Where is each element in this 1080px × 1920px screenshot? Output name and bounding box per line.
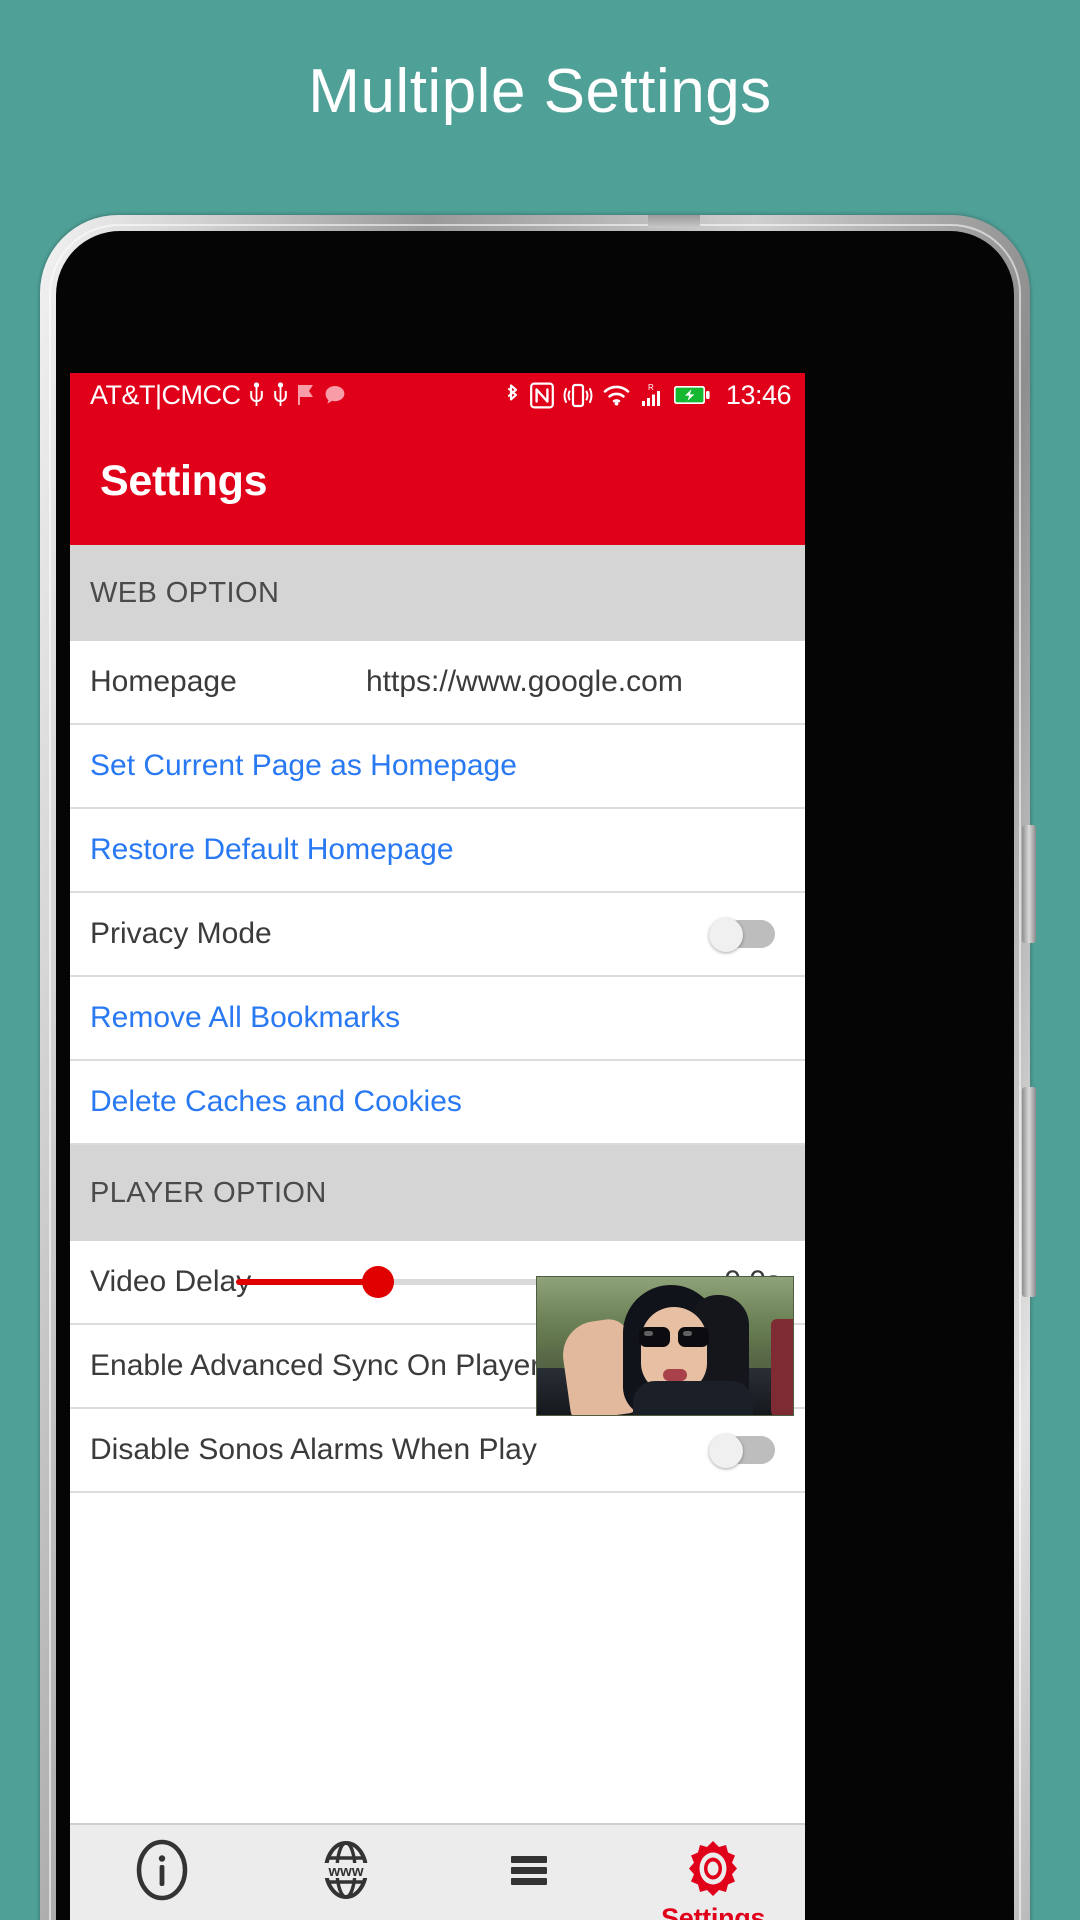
section-header-player-option: PLAYER OPTION bbox=[70, 1145, 805, 1241]
list-item-disable-sonos-alarms-when-play[interactable]: Disable Sonos Alarms When Play bbox=[70, 1409, 805, 1493]
chat-bubble-icon bbox=[323, 383, 347, 407]
list-item-label: Delete Caches and Cookies bbox=[90, 1085, 462, 1118]
nav-item-browser[interactable]: www bbox=[254, 1825, 438, 1920]
list-item-label: Disable Sonos Alarms When Play bbox=[90, 1433, 537, 1466]
info-circle-icon bbox=[131, 1839, 193, 1901]
svg-text:R: R bbox=[648, 383, 654, 392]
nav-item-label: Settings bbox=[661, 1903, 766, 1920]
status-bar-left: AT&T|CMCC bbox=[90, 380, 503, 411]
pip-shoulder bbox=[633, 1381, 753, 1415]
list-item-delete-caches-and-cookies[interactable]: Delete Caches and Cookies bbox=[70, 1061, 805, 1145]
nav-item-info[interactable] bbox=[70, 1825, 254, 1920]
list-item-remove-all-bookmarks[interactable]: Remove All Bookmarks bbox=[70, 977, 805, 1061]
list-item-homepage[interactable]: Homepage https://www.google.com bbox=[70, 641, 805, 725]
antenna-band bbox=[648, 215, 700, 228]
list-item-label: Homepage bbox=[90, 665, 237, 698]
usb-icon bbox=[272, 382, 289, 408]
globe-www-icon: www bbox=[315, 1839, 377, 1901]
nav-item-menu[interactable] bbox=[438, 1825, 622, 1920]
carrier-label: AT&T|CMCC bbox=[90, 379, 241, 410]
toggle-knob bbox=[709, 1434, 743, 1468]
status-bar: AT&T|CMCC R 13:46 bbox=[70, 373, 805, 417]
phone-screen: AT&T|CMCC R 13:46 Settings WEB OPTION Ho… bbox=[70, 373, 805, 1920]
gear-settings-icon bbox=[682, 1839, 744, 1901]
bottom-navigation-bar: www Settings bbox=[70, 1823, 805, 1920]
privacy-mode-toggle[interactable] bbox=[709, 918, 775, 952]
app-bar: Settings bbox=[70, 417, 805, 545]
vibrate-icon bbox=[563, 382, 593, 409]
power-button[interactable] bbox=[1022, 825, 1036, 943]
usb-icon bbox=[248, 382, 265, 408]
pip-edge bbox=[771, 1319, 793, 1415]
section-header-web-option: WEB OPTION bbox=[70, 545, 805, 641]
battery-charging-icon bbox=[673, 383, 711, 407]
disable-sonos-alarms-toggle[interactable] bbox=[709, 1434, 775, 1468]
list-item-set-current-page-as-homepage[interactable]: Set Current Page as Homepage bbox=[70, 725, 805, 809]
svg-text:www: www bbox=[327, 1863, 363, 1880]
slider-thumb[interactable] bbox=[362, 1266, 395, 1298]
app-bar-title: Settings bbox=[100, 456, 268, 505]
pip-mouth bbox=[663, 1369, 687, 1381]
list-item-restore-default-homepage[interactable]: Restore Default Homepage bbox=[70, 809, 805, 893]
homepage-value: https://www.google.com bbox=[366, 665, 683, 698]
page-title: Multiple Settings bbox=[308, 57, 772, 126]
list-item-label: Restore Default Homepage bbox=[90, 833, 454, 866]
list-item-label: Set Current Page as Homepage bbox=[90, 749, 517, 782]
wifi-icon bbox=[602, 383, 631, 407]
list-item-label: Remove All Bookmarks bbox=[90, 1001, 401, 1034]
list-item-label: Privacy Mode bbox=[90, 917, 272, 950]
nfc-icon bbox=[530, 382, 554, 409]
nav-item-settings[interactable]: Settings bbox=[621, 1825, 805, 1920]
status-bar-right: R 13:46 bbox=[503, 379, 792, 411]
toggle-knob bbox=[709, 918, 743, 952]
pip-sunglasses bbox=[639, 1327, 709, 1347]
signal-roaming-icon: R bbox=[640, 381, 664, 409]
phone-device: AT&T|CMCC R 13:46 Settings WEB OPTION Ho… bbox=[40, 215, 1045, 1920]
slider-fill bbox=[236, 1279, 379, 1285]
list-item-privacy-mode[interactable]: Privacy Mode bbox=[70, 893, 805, 977]
list-item-label: Enable Advanced Sync On Player bbox=[90, 1349, 541, 1382]
flag-icon bbox=[296, 383, 316, 407]
volume-button[interactable] bbox=[1022, 1087, 1036, 1297]
bluetooth-icon bbox=[503, 381, 521, 409]
list-item-label: Video Delay bbox=[90, 1265, 252, 1298]
clock-label: 13:46 bbox=[725, 379, 792, 410]
picture-in-picture-video[interactable] bbox=[536, 1276, 794, 1416]
hamburger-menu-icon bbox=[498, 1839, 560, 1901]
